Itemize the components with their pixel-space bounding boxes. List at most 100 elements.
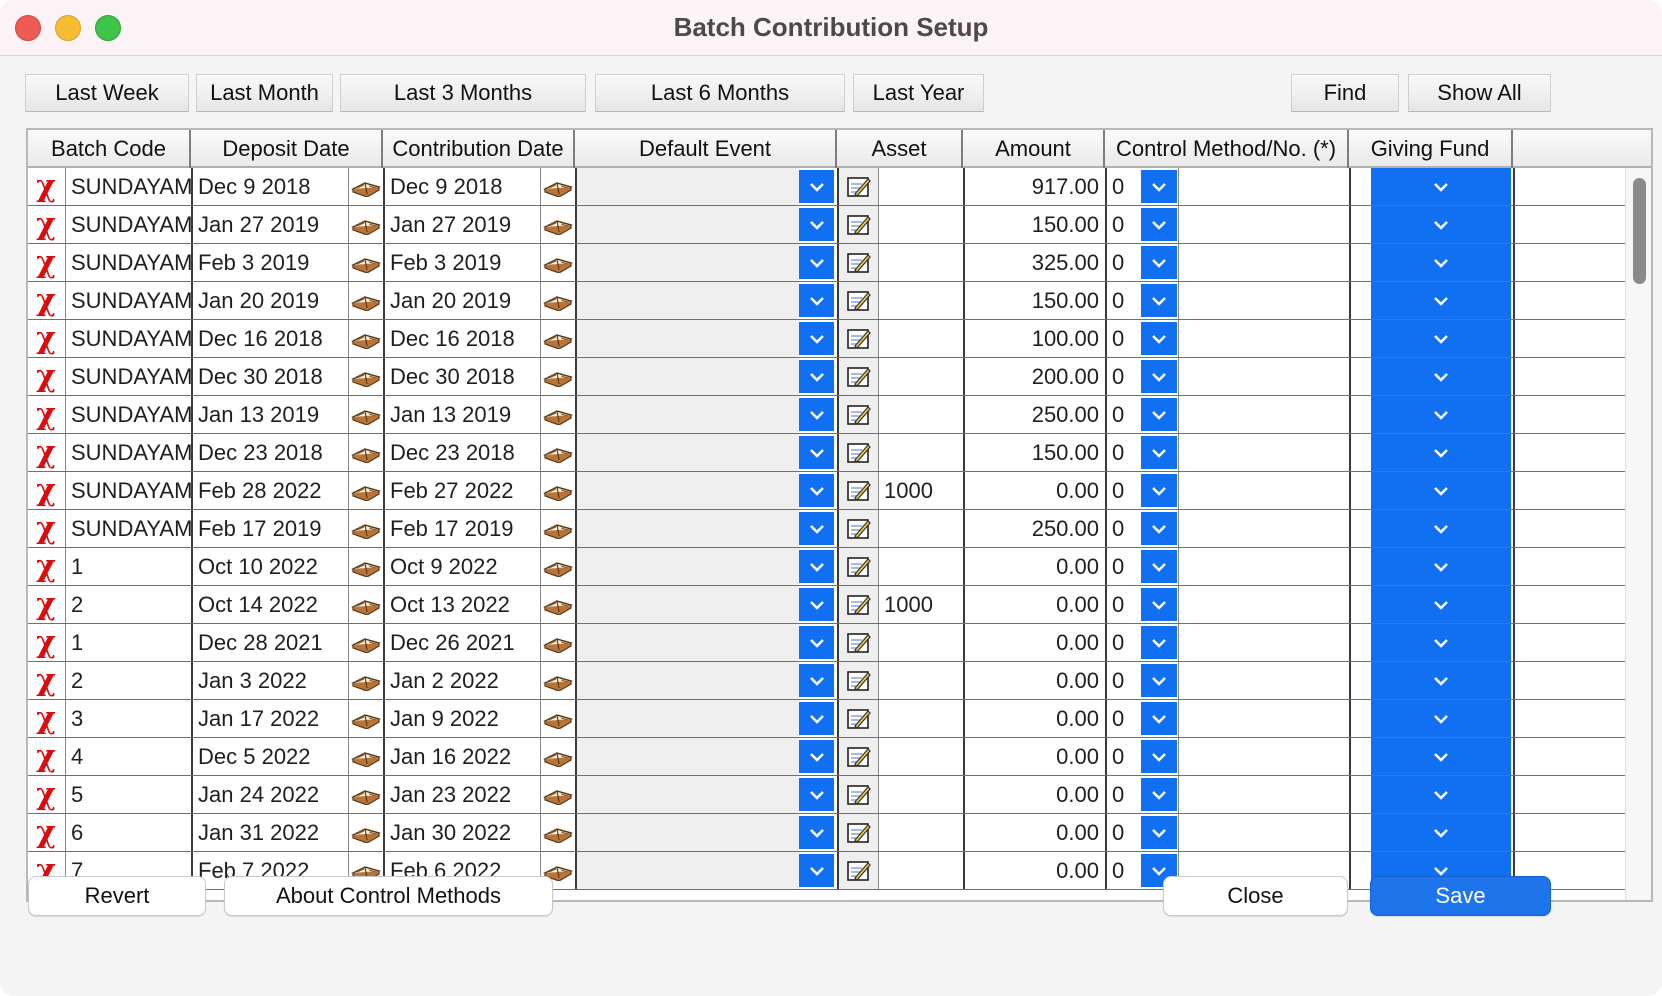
chevron-down-icon[interactable] xyxy=(1141,740,1177,773)
giving-fund-select[interactable] xyxy=(1371,586,1511,623)
contribution-date-cell[interactable]: Jan 30 2022 xyxy=(390,814,540,851)
giving-fund-select[interactable] xyxy=(1371,282,1511,319)
delete-x-icon[interactable]: χ xyxy=(28,282,64,319)
deposit-date-cell[interactable]: Jan 17 2022 xyxy=(198,700,348,737)
asset-cell[interactable] xyxy=(884,852,962,889)
amount-cell[interactable]: 250.00 xyxy=(965,396,1103,433)
chevron-down-icon[interactable] xyxy=(799,664,834,697)
chevron-down-icon[interactable] xyxy=(799,702,834,735)
default-event-select[interactable] xyxy=(577,396,799,433)
asset-cell[interactable] xyxy=(884,814,962,851)
delete-x-icon[interactable]: χ xyxy=(28,586,64,623)
find-button[interactable]: Find xyxy=(1291,74,1399,112)
column-header-contribution-date[interactable]: Contribution Date xyxy=(383,130,575,168)
batch-code-cell[interactable]: SUNDAYAM xyxy=(71,510,191,547)
edit-pencil-icon[interactable] xyxy=(839,738,878,775)
table-row[interactable]: χ 2 Oct 14 2022 Oct 13 2022 1000 0.00 0 xyxy=(28,586,1628,624)
calendar-book-icon[interactable] xyxy=(348,320,383,357)
default-event-select[interactable] xyxy=(577,738,799,775)
batch-code-cell[interactable]: SUNDAYAM xyxy=(71,320,191,357)
deposit-date-cell[interactable]: Feb 17 2019 xyxy=(198,510,348,547)
calendar-book-icon[interactable] xyxy=(348,700,383,737)
default-event-select[interactable] xyxy=(577,624,799,661)
control-number-cell[interactable] xyxy=(1179,776,1349,813)
chevron-down-icon[interactable] xyxy=(1141,512,1177,545)
table-row[interactable]: χ SUNDAYAM Feb 28 2022 Feb 27 2022 1000 … xyxy=(28,472,1628,510)
asset-cell[interactable] xyxy=(884,662,962,699)
deposit-date-cell[interactable]: Dec 28 2021 xyxy=(198,624,348,661)
chevron-down-icon[interactable] xyxy=(799,778,834,811)
giving-fund-select[interactable] xyxy=(1371,814,1511,851)
control-number-cell[interactable] xyxy=(1179,168,1349,205)
table-row[interactable]: χ SUNDAYAM Feb 17 2019 Feb 17 2019 250.0… xyxy=(28,510,1628,548)
calendar-book-icon[interactable] xyxy=(540,738,575,775)
calendar-book-icon[interactable] xyxy=(348,624,383,661)
chevron-down-icon[interactable] xyxy=(799,284,834,317)
chevron-down-icon[interactable] xyxy=(799,474,834,507)
chevron-down-icon[interactable] xyxy=(1141,436,1177,469)
edit-pencil-icon[interactable] xyxy=(839,244,878,281)
vertical-scrollbar[interactable] xyxy=(1625,168,1651,900)
calendar-book-icon[interactable] xyxy=(540,662,575,699)
giving-fund-select[interactable] xyxy=(1371,624,1511,661)
amount-cell[interactable]: 0.00 xyxy=(965,472,1103,509)
contribution-date-cell[interactable]: Jan 2 2022 xyxy=(390,662,540,699)
calendar-book-icon[interactable] xyxy=(348,548,383,585)
giving-fund-select[interactable] xyxy=(1371,396,1511,433)
control-method-cell[interactable]: 0 xyxy=(1112,168,1140,205)
edit-pencil-icon[interactable] xyxy=(839,510,878,547)
edit-pencil-icon[interactable] xyxy=(839,852,878,889)
delete-x-icon[interactable]: χ xyxy=(28,700,64,737)
batch-code-cell[interactable]: 3 xyxy=(71,700,191,737)
default-event-select[interactable] xyxy=(577,434,799,471)
batch-code-cell[interactable]: 1 xyxy=(71,548,191,585)
calendar-book-icon[interactable] xyxy=(348,510,383,547)
edit-pencil-icon[interactable] xyxy=(839,168,878,205)
amount-cell[interactable]: 0.00 xyxy=(965,776,1103,813)
chevron-down-icon[interactable] xyxy=(799,208,834,241)
asset-cell[interactable] xyxy=(884,168,962,205)
table-row[interactable]: χ SUNDAYAM Dec 16 2018 Dec 16 2018 100.0… xyxy=(28,320,1628,358)
control-method-cell[interactable]: 0 xyxy=(1112,586,1140,623)
delete-x-icon[interactable]: χ xyxy=(28,472,64,509)
edit-pencil-icon[interactable] xyxy=(839,776,878,813)
default-event-select[interactable] xyxy=(577,206,799,243)
contribution-date-cell[interactable]: Dec 26 2021 xyxy=(390,624,540,661)
batch-code-cell[interactable]: 2 xyxy=(71,586,191,623)
contribution-date-cell[interactable]: Jan 13 2019 xyxy=(390,396,540,433)
asset-cell[interactable] xyxy=(884,548,962,585)
control-method-cell[interactable]: 0 xyxy=(1112,624,1140,661)
control-method-cell[interactable]: 0 xyxy=(1112,434,1140,471)
table-row[interactable]: χ 1 Oct 10 2022 Oct 9 2022 0.00 0 xyxy=(28,548,1628,586)
calendar-book-icon[interactable] xyxy=(348,244,383,281)
default-event-select[interactable] xyxy=(577,700,799,737)
delete-x-icon[interactable]: χ xyxy=(28,396,64,433)
delete-x-icon[interactable]: χ xyxy=(28,244,64,281)
control-number-cell[interactable] xyxy=(1179,548,1349,585)
giving-fund-select[interactable] xyxy=(1371,776,1511,813)
delete-x-icon[interactable]: χ xyxy=(28,548,64,585)
control-number-cell[interactable] xyxy=(1179,320,1349,357)
chevron-down-icon[interactable] xyxy=(1141,550,1177,583)
control-number-cell[interactable] xyxy=(1179,624,1349,661)
contribution-date-cell[interactable]: Feb 17 2019 xyxy=(390,510,540,547)
calendar-book-icon[interactable] xyxy=(540,434,575,471)
calendar-book-icon[interactable] xyxy=(540,320,575,357)
table-row[interactable]: χ SUNDAYAM Jan 20 2019 Jan 20 2019 150.0… xyxy=(28,282,1628,320)
chevron-down-icon[interactable] xyxy=(799,550,834,583)
default-event-select[interactable] xyxy=(577,662,799,699)
contribution-date-cell[interactable]: Dec 30 2018 xyxy=(390,358,540,395)
control-number-cell[interactable] xyxy=(1179,282,1349,319)
contribution-date-cell[interactable]: Jan 9 2022 xyxy=(390,700,540,737)
default-event-select[interactable] xyxy=(577,852,799,889)
column-header-deposit-date[interactable]: Deposit Date xyxy=(191,130,383,168)
chevron-down-icon[interactable] xyxy=(799,816,834,849)
edit-pencil-icon[interactable] xyxy=(839,282,878,319)
scrollbar-thumb[interactable] xyxy=(1633,178,1646,284)
table-row[interactable]: χ SUNDAYAM Jan 13 2019 Jan 13 2019 250.0… xyxy=(28,396,1628,434)
column-header-amount[interactable]: Amount xyxy=(963,130,1105,168)
control-number-cell[interactable] xyxy=(1179,396,1349,433)
show-all-button[interactable]: Show All xyxy=(1408,74,1551,112)
chevron-down-icon[interactable] xyxy=(1141,398,1177,431)
delete-x-icon[interactable]: χ xyxy=(28,434,64,471)
